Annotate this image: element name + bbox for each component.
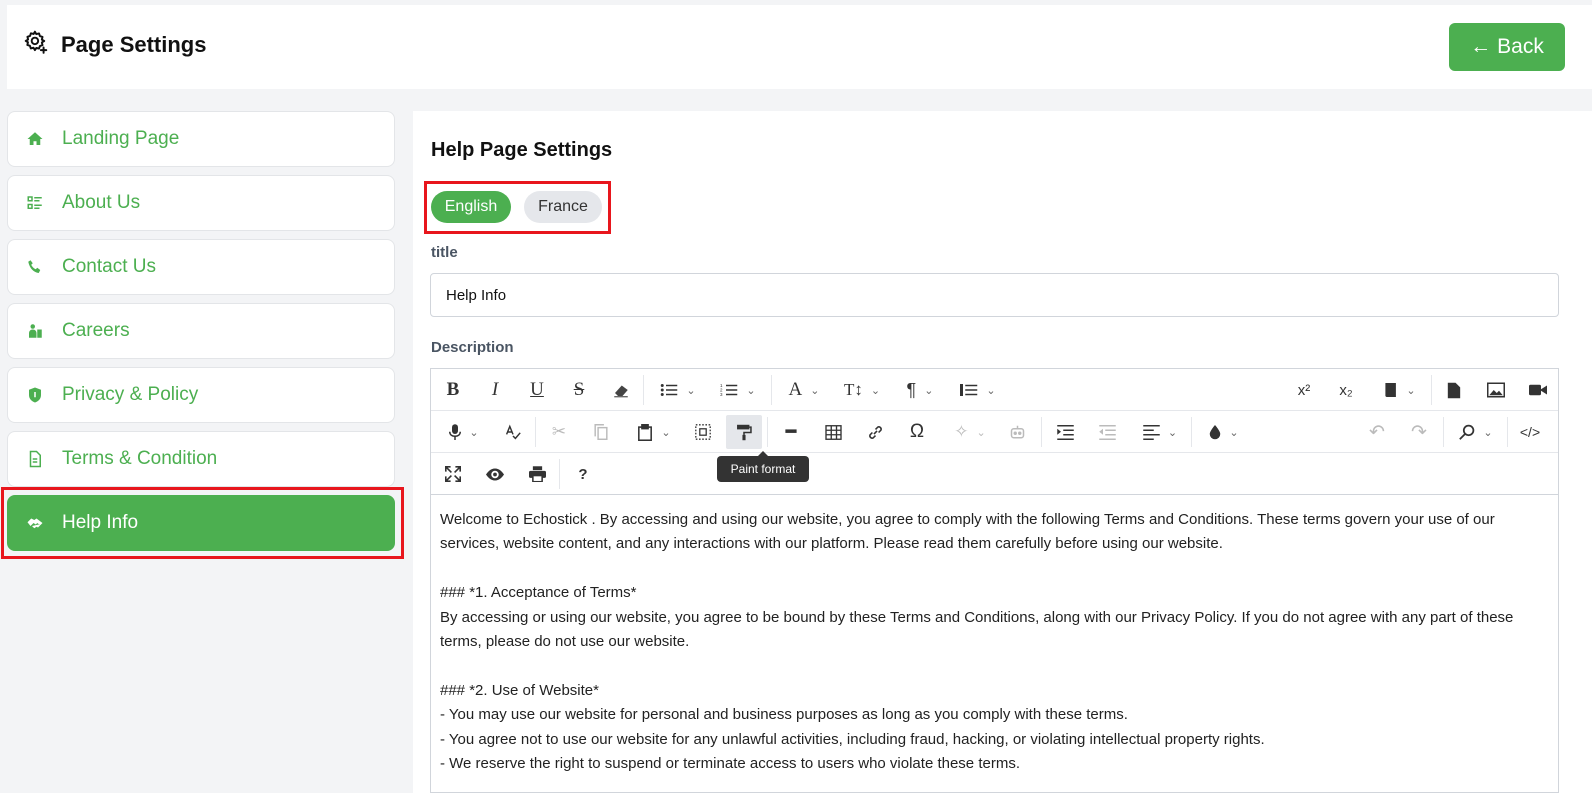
section-heading: Help Page Settings bbox=[431, 139, 613, 161]
preview-eye-icon[interactable] bbox=[481, 453, 509, 495]
toolbar-divider bbox=[1041, 417, 1042, 447]
content-heading: ### *2. Use of Website* bbox=[440, 681, 599, 699]
image-icon[interactable] bbox=[1481, 369, 1511, 411]
eraser-icon[interactable] bbox=[607, 369, 635, 411]
italic-icon[interactable]: I bbox=[481, 369, 509, 411]
toolbar-divider bbox=[1507, 417, 1508, 447]
toolbar-divider bbox=[559, 459, 560, 489]
toolbar-row-1: B I U S ⌄ 1 2 3 ⌄ A ⌄ T↕ ⌄ ¶ ⌄ ⌄ x² x₂ ⌄ bbox=[431, 369, 1558, 411]
special-character-icon[interactable]: Ω bbox=[903, 411, 931, 453]
title-label: title bbox=[431, 244, 458, 261]
bold-icon[interactable]: B bbox=[439, 369, 467, 411]
home-icon bbox=[8, 130, 62, 148]
editor-content[interactable]: Welcome to Echostick . By accessing and … bbox=[440, 508, 1550, 776]
header-title-group: Page Settings bbox=[23, 29, 206, 60]
undo-icon[interactable]: ↶ bbox=[1363, 411, 1391, 453]
print-icon[interactable] bbox=[523, 453, 551, 495]
sidebar-item-label: Contact Us bbox=[62, 256, 156, 277]
svg-text:3: 3 bbox=[720, 392, 723, 397]
paragraph-icon[interactable]: ¶ ⌄ bbox=[895, 369, 945, 411]
toolbar-divider bbox=[767, 417, 768, 447]
magic-wand-icon[interactable]: ✧ ⌄ bbox=[945, 411, 995, 453]
file-icon[interactable] bbox=[1439, 369, 1469, 411]
sidebar-item-label: About Us bbox=[62, 192, 141, 213]
description-label: Description bbox=[431, 339, 514, 356]
line-height-icon[interactable]: ⌄ bbox=[953, 369, 1003, 411]
ai-assistant-icon[interactable] bbox=[1003, 411, 1031, 453]
career-icon bbox=[8, 322, 62, 340]
toolbar-row-3: ? bbox=[431, 453, 1558, 495]
sidebar-item-privacy-policy[interactable]: Privacy & Policy bbox=[7, 367, 395, 423]
sidebar-item-contact-us[interactable]: Contact Us bbox=[7, 239, 395, 295]
sidebar-item-label: Careers bbox=[62, 320, 130, 341]
list-icon bbox=[8, 194, 62, 212]
source-code-icon[interactable]: </> bbox=[1515, 411, 1545, 453]
content-bullet: - You may use our website for personal a… bbox=[440, 706, 1128, 724]
toolbar-divider bbox=[771, 375, 772, 405]
outdent-icon[interactable] bbox=[1093, 411, 1121, 453]
sidebar-item-careers[interactable]: Careers bbox=[7, 303, 395, 359]
help-icon[interactable]: ? bbox=[569, 453, 597, 495]
toolbar-divider bbox=[1431, 375, 1432, 405]
font-family-icon[interactable]: A ⌄ bbox=[779, 369, 829, 411]
horizontal-line-icon[interactable]: ━ bbox=[777, 411, 805, 453]
table-icon[interactable] bbox=[819, 411, 847, 453]
toolbar-divider bbox=[535, 417, 536, 447]
tab-france[interactable]: France bbox=[524, 191, 602, 223]
gear-icon bbox=[23, 29, 49, 60]
rich-text-editor: B I U S ⌄ 123⌄ A⌄ T↕⌄ ¶⌄ ⌄ x² x₂ ⌄ bbox=[430, 368, 1559, 793]
paint-format-icon[interactable] bbox=[726, 415, 762, 449]
select-all-icon[interactable] bbox=[689, 411, 717, 453]
arrow-left-icon: ← bbox=[1470, 35, 1492, 58]
font-size-icon[interactable]: T↕ ⌄ bbox=[837, 369, 887, 411]
paste-icon[interactable]: ⌄ bbox=[629, 411, 679, 453]
active-item-highlight bbox=[1, 487, 404, 559]
tab-english[interactable]: English bbox=[431, 191, 511, 223]
video-icon[interactable] bbox=[1523, 369, 1553, 411]
page-title: Page Settings bbox=[61, 31, 207, 57]
book-icon[interactable]: ⌄ bbox=[1373, 369, 1427, 411]
document-icon bbox=[8, 450, 62, 468]
sidebar-item-terms-condition[interactable]: Terms & Condition bbox=[7, 431, 395, 487]
fullscreen-icon[interactable] bbox=[439, 453, 467, 495]
strikethrough-icon[interactable]: S bbox=[565, 369, 593, 411]
toolbar-row-2: ⌄ ✂ ⌄ ━ Ω ✧ ⌄ ⌄ ⌄ ↶ ↷ ⌄ </> bbox=[431, 411, 1558, 453]
content-paragraph: Welcome to Echostick . By accessing and … bbox=[440, 511, 1495, 553]
phone-icon bbox=[8, 258, 62, 276]
subscript-icon[interactable]: x₂ bbox=[1331, 369, 1361, 411]
toolbar-divider bbox=[1191, 417, 1192, 447]
redo-icon[interactable]: ↷ bbox=[1405, 411, 1433, 453]
main-panel: Help Page Settings English France title … bbox=[413, 111, 1592, 793]
cut-icon[interactable]: ✂ bbox=[545, 411, 573, 453]
content-bullet: - We reserve the right to suspend or ter… bbox=[440, 755, 1020, 773]
align-icon[interactable]: ⌄ bbox=[1135, 411, 1185, 453]
paint-format-tooltip: Paint format bbox=[717, 451, 809, 482]
superscript-icon[interactable]: x² bbox=[1289, 369, 1319, 411]
shield-icon bbox=[8, 386, 62, 404]
content-paragraph: By accessing or using our website, you a… bbox=[440, 608, 1514, 651]
microphone-icon[interactable]: ⌄ bbox=[439, 411, 489, 453]
toolbar-divider bbox=[1443, 417, 1444, 447]
toolbar-divider bbox=[643, 375, 644, 405]
indent-icon[interactable] bbox=[1051, 411, 1079, 453]
copy-icon[interactable] bbox=[587, 411, 615, 453]
sidebar-item-landing-page[interactable]: Landing Page bbox=[7, 111, 395, 167]
bullet-list-icon[interactable]: ⌄ bbox=[653, 369, 703, 411]
sidebar-item-label: Privacy & Policy bbox=[62, 384, 199, 405]
content-bullet: - You agree not to use our website for a… bbox=[440, 730, 1265, 748]
sidebar-item-label: Landing Page bbox=[62, 128, 180, 149]
search-icon[interactable]: ⌄ bbox=[1451, 411, 1501, 453]
numbered-list-icon[interactable]: 1 2 3 ⌄ bbox=[713, 369, 763, 411]
title-input[interactable] bbox=[430, 273, 1559, 317]
page-header: Page Settings ← Back bbox=[7, 5, 1592, 89]
back-button-label: Back bbox=[1497, 35, 1544, 58]
link-icon[interactable] bbox=[861, 411, 889, 453]
back-button[interactable]: ← Back bbox=[1449, 23, 1565, 71]
spellcheck-icon[interactable] bbox=[499, 411, 527, 453]
color-drop-icon[interactable]: ⌄ bbox=[1199, 411, 1249, 453]
content-heading: ### *1. Acceptance of Terms* bbox=[440, 584, 637, 602]
sidebar-item-label: Terms & Condition bbox=[62, 448, 218, 469]
underline-icon[interactable]: U bbox=[523, 369, 551, 411]
sidebar-item-about-us[interactable]: About Us bbox=[7, 175, 395, 231]
